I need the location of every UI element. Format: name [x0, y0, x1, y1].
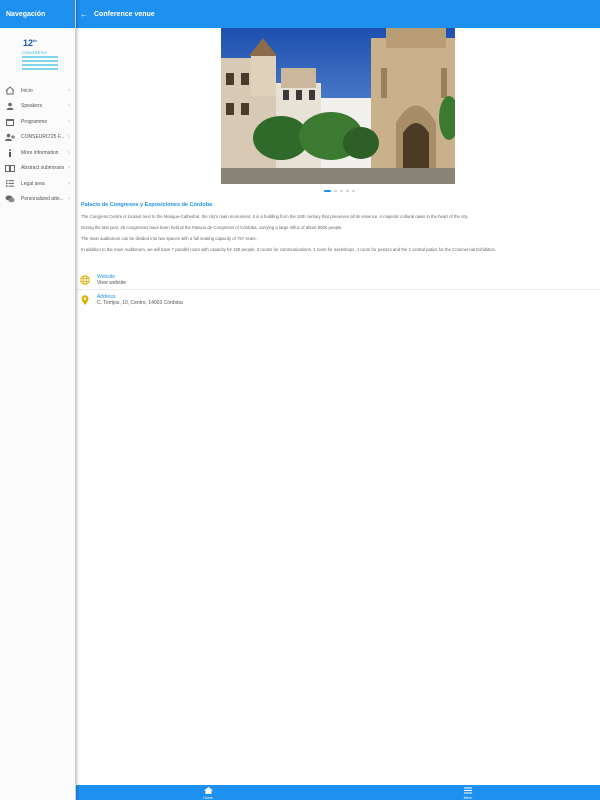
home-icon	[193, 787, 223, 796]
info-icon	[5, 148, 15, 158]
description-paragraph: The main auditorium can be divided into …	[81, 236, 257, 241]
calendar-icon	[5, 117, 15, 127]
bottom-navigation: Home Menu	[76, 785, 600, 800]
sidebar-item-conseuro[interactable]: CONSEURO'25 F... ›	[0, 130, 75, 146]
page-title: Conference venue	[94, 10, 155, 18]
venue-photo[interactable]	[221, 28, 455, 184]
logo-line: CONGRESO	[22, 50, 47, 55]
drawer-menu: Inicio › Speakers › Programme › CONSEURO…	[0, 83, 75, 207]
globe-icon	[80, 274, 90, 285]
chevron-right-icon: ›	[68, 165, 70, 172]
sidebar-item-label: Personalized atte...	[21, 196, 64, 203]
sidebar-item-label: Abstract submission	[21, 165, 64, 172]
hamburger-menu-icon	[453, 787, 483, 796]
address-row[interactable]: Address C. Torrijos, 10, Centro, 14003 C…	[76, 290, 600, 310]
group-add-icon	[5, 132, 15, 142]
sidebar-item-programme[interactable]: Programme ›	[0, 114, 75, 130]
chevron-right-icon: ›	[68, 103, 70, 110]
app-bar: ← Conference venue	[76, 0, 600, 28]
sidebar-item-label: Programme	[21, 118, 48, 125]
description-paragraph: In addition to the main Auditorium, we w…	[81, 247, 497, 252]
sidebar-item-label: Inicio	[21, 87, 33, 94]
sidebar-item-label: Speakers	[21, 103, 43, 110]
chevron-right-icon: ›	[68, 118, 70, 125]
tab-menu[interactable]: Menu	[453, 787, 483, 800]
carousel-dot[interactable]	[324, 190, 331, 192]
carousel-dot[interactable]	[352, 190, 355, 192]
location-pin-icon	[80, 295, 90, 305]
sidebar-item-inicio[interactable]: Inicio ›	[0, 83, 75, 99]
book-icon	[5, 163, 15, 173]
drawer-title: Navegación	[6, 10, 46, 18]
description-paragraph: The Congress Centre is located next to t…	[81, 214, 469, 219]
chat-icon	[5, 194, 15, 204]
logo-subtitle-lines	[22, 56, 58, 72]
sidebar-item-speakers[interactable]: Speakers ›	[0, 99, 75, 115]
chevron-right-icon: ›	[68, 180, 70, 187]
tab-label: Home	[203, 796, 213, 800]
carousel-dot[interactable]	[334, 190, 337, 192]
sidebar-item-legal-area[interactable]: Legal area ›	[0, 176, 75, 192]
list-icon	[5, 179, 15, 189]
home-icon	[5, 86, 15, 96]
description-paragraph: During the last year, 25 congresses have…	[81, 225, 343, 230]
chevron-right-icon: ›	[68, 196, 70, 203]
carousel-dot[interactable]	[346, 190, 349, 192]
venue-description: Palacio de Congresos y Exposiciones de C…	[81, 202, 591, 258]
person-icon	[5, 101, 15, 111]
navigation-drawer: Navegación 12th CONGRESO Inicio › Speake…	[0, 0, 76, 800]
tab-home[interactable]: Home	[193, 787, 223, 800]
carousel-dot[interactable]	[340, 190, 343, 192]
logo-sup: th	[33, 38, 37, 43]
chevron-right-icon: ›	[68, 87, 70, 94]
sidebar-item-label: CONSEURO'25 F...	[21, 134, 64, 141]
congress-logo: 12th CONGRESO	[20, 38, 62, 78]
logo-number: 12	[23, 38, 34, 48]
website-link[interactable]: View website	[97, 280, 126, 286]
website-row[interactable]: Website View website	[76, 270, 600, 290]
sidebar-item-label: More information	[21, 149, 59, 156]
tab-label: Menu	[463, 796, 473, 800]
venue-title: Palacio de Congresos y Exposiciones de C…	[81, 202, 213, 208]
sidebar-item-more-information[interactable]: More information ›	[0, 145, 75, 161]
chevron-right-icon: ›	[68, 134, 70, 141]
sidebar-item-label: Legal area	[21, 180, 45, 187]
chevron-right-icon: ›	[68, 149, 70, 156]
back-arrow-icon[interactable]: ←	[77, 10, 91, 19]
sidebar-item-personalized-attention[interactable]: Personalized atte... ›	[0, 192, 75, 208]
address-value: C. Torrijos, 10, Centro, 14003 Córdoba	[97, 300, 183, 306]
sidebar-item-abstract-submission[interactable]: Abstract submission ›	[0, 161, 75, 177]
drawer-header: Navegación	[0, 0, 75, 28]
carousel-indicator[interactable]	[324, 190, 355, 192]
